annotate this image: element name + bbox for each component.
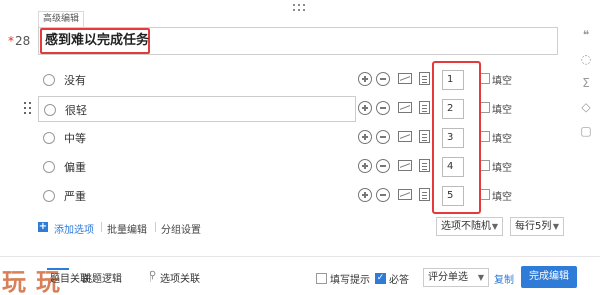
fill-label: 填空 (492, 134, 512, 145)
question-number-value: 28 (15, 34, 31, 48)
question-type-value: 评分单选 (428, 272, 468, 283)
option-label: 没有 (64, 74, 86, 87)
divider (155, 222, 156, 232)
fill-label: 填空 (492, 163, 512, 174)
score-highlight-box (432, 61, 481, 214)
image-icon[interactable] (398, 160, 412, 171)
trash-icon[interactable]: ▢ (577, 124, 595, 148)
description-icon[interactable] (419, 72, 430, 85)
fill-hint-label: 填写提示 (330, 275, 370, 286)
radio-icon (43, 190, 55, 202)
question-title-input[interactable]: 感到难以完成任务 (40, 28, 150, 54)
random-order-value: 选项不随机 (441, 221, 491, 232)
quote-icon[interactable]: ❝ (577, 28, 595, 52)
option-link-button[interactable]: 选项关联 (160, 270, 200, 285)
advanced-edit-tab[interactable]: 高级编辑 (38, 11, 85, 27)
required-label: 必答 (389, 275, 409, 286)
radio-icon (43, 161, 55, 173)
batch-edit-link[interactable]: 批量编辑 (107, 221, 147, 236)
divider (101, 222, 102, 232)
option-label: 偏重 (64, 161, 86, 174)
option-field[interactable]: 严重 (38, 183, 356, 209)
option-label: 很轻 (65, 104, 87, 117)
description-icon[interactable] (419, 130, 430, 143)
fill-label: 填空 (492, 76, 512, 87)
group-settings-link[interactable]: 分组设置 (161, 221, 201, 236)
add-option-link[interactable]: 添加选项 (54, 221, 94, 236)
add-option-icon[interactable] (358, 130, 372, 144)
remove-option-icon[interactable] (376, 188, 390, 202)
required-star: * (8, 34, 14, 48)
random-order-select[interactable]: 选项不随机 ▼ (436, 217, 503, 236)
option-field[interactable]: 没有 (38, 67, 356, 93)
remove-option-icon[interactable] (376, 130, 390, 144)
chevron-down-icon: ▼ (552, 222, 559, 231)
drag-handle-icon[interactable] (293, 4, 307, 14)
option-field[interactable]: 中等 (38, 125, 356, 151)
image-icon[interactable] (398, 102, 412, 113)
right-toolbar: ❝ ◌ Σ ◇ ▢ (577, 28, 595, 148)
add-option-icon[interactable] (358, 188, 372, 202)
columns-per-row-select[interactable]: 每行5列 ▼ (510, 217, 564, 236)
fill-hint-checkbox[interactable] (316, 273, 327, 284)
option-field[interactable]: 很轻 (38, 96, 356, 122)
option-label: 严重 (64, 190, 86, 203)
add-option-icon[interactable] (358, 72, 372, 86)
fill-label: 填空 (492, 105, 512, 116)
remove-option-icon[interactable] (376, 72, 390, 86)
remove-option-icon[interactable] (376, 159, 390, 173)
radio-icon (44, 104, 56, 116)
image-icon[interactable] (398, 131, 412, 142)
add-option-icon[interactable] (358, 159, 372, 173)
tag-icon[interactable]: ◇ (577, 100, 595, 124)
skip-logic-button[interactable]: 跳题逻辑 (82, 270, 122, 285)
add-option-icon[interactable] (358, 101, 372, 115)
description-icon[interactable] (419, 188, 430, 201)
visibility-icon[interactable]: ◌ (577, 52, 595, 76)
remove-option-icon[interactable] (376, 101, 390, 115)
description-icon[interactable] (419, 101, 430, 114)
bottom-divider (0, 256, 600, 257)
description-icon[interactable] (419, 159, 430, 172)
radio-icon (43, 132, 55, 144)
question-type-select[interactable]: 评分单选 ▼ (423, 268, 489, 287)
image-icon[interactable] (398, 189, 412, 200)
fill-label: 填空 (492, 192, 512, 203)
link-icon: ⚲ (149, 270, 157, 281)
chevron-down-icon: ▼ (491, 222, 498, 231)
row-drag-handle-icon[interactable] (24, 102, 32, 114)
radio-icon (43, 74, 55, 86)
question-number: *28 (8, 34, 30, 48)
option-label: 中等 (64, 132, 86, 145)
copy-button[interactable]: 复制 (494, 271, 514, 286)
finish-editing-button[interactable]: 完成编辑 (521, 266, 577, 288)
columns-per-row-value: 每行5列 (515, 221, 552, 232)
option-field[interactable]: 偏重 (38, 154, 356, 180)
required-checkbox[interactable]: ✓ (375, 273, 386, 284)
chevron-down-icon: ▼ (477, 273, 484, 282)
sum-icon[interactable]: Σ (577, 76, 595, 100)
image-icon[interactable] (398, 73, 412, 84)
plus-icon[interactable]: + (38, 222, 48, 232)
